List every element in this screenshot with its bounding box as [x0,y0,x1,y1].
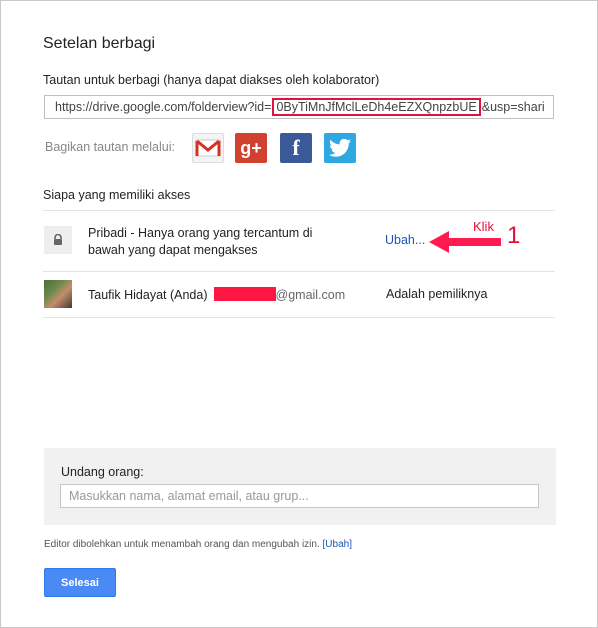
google-plus-glyph: g+ [240,137,262,158]
redacted-email-block [213,287,276,301]
facebook-glyph: f [292,135,300,160]
share-link-suffix: &usp=shari [481,100,545,114]
facebook-icon[interactable]: f [280,133,312,163]
share-link-field[interactable]: https://drive.google.com/folderview?id= 0… [44,95,554,119]
twitter-icon[interactable] [324,133,356,163]
avatar [44,280,72,308]
change-access-link[interactable]: Ubah... [385,233,425,247]
divider [43,210,555,211]
divider [43,317,555,318]
sharing-settings-dialog: Setelan berbagi Tautan untuk berbagi (ha… [0,0,598,628]
private-access-description: Pribadi - Hanya orang yang tercantum di … [88,226,313,257]
divider [43,271,555,272]
done-button[interactable]: Selesai [44,568,116,597]
owner-role: Adalah pemiliknya [386,287,488,301]
dialog-title: Setelan berbagi [43,35,156,52]
share-link-prefix: https://drive.google.com/folderview?id= [55,100,272,114]
owner-info: Taufik Hidayat (Anda) @gmail.com [88,287,345,302]
owner-name: Taufik Hidayat (Anda) [88,288,208,302]
editor-permission-note: Editor dibolehkan untuk menambah orang d… [44,539,352,550]
change-permission-link[interactable]: [Ubah] [323,539,352,550]
access-section-title: Siapa yang memiliki akses [43,188,191,202]
lock-icon [44,226,72,254]
invite-label: Undang orang: [61,465,144,479]
owner-email-domain: @gmail.com [275,288,346,302]
share-link-id-highlight: 0ByTiMnJfMclLeDh4eEZXQnpzbUE [272,98,481,116]
share-via-label: Bagikan tautan melalui: [45,140,175,154]
invite-input[interactable] [60,484,539,508]
share-link-label: Tautan untuk berbagi (hanya dapat diakse… [43,73,380,87]
annotation-text: Klik [473,219,494,234]
annotation-number: 1 [507,222,521,249]
gmail-icon[interactable] [192,133,224,163]
google-plus-icon[interactable]: g+ [235,133,267,163]
editor-permission-text: Editor dibolehkan untuk menambah orang d… [44,539,320,550]
